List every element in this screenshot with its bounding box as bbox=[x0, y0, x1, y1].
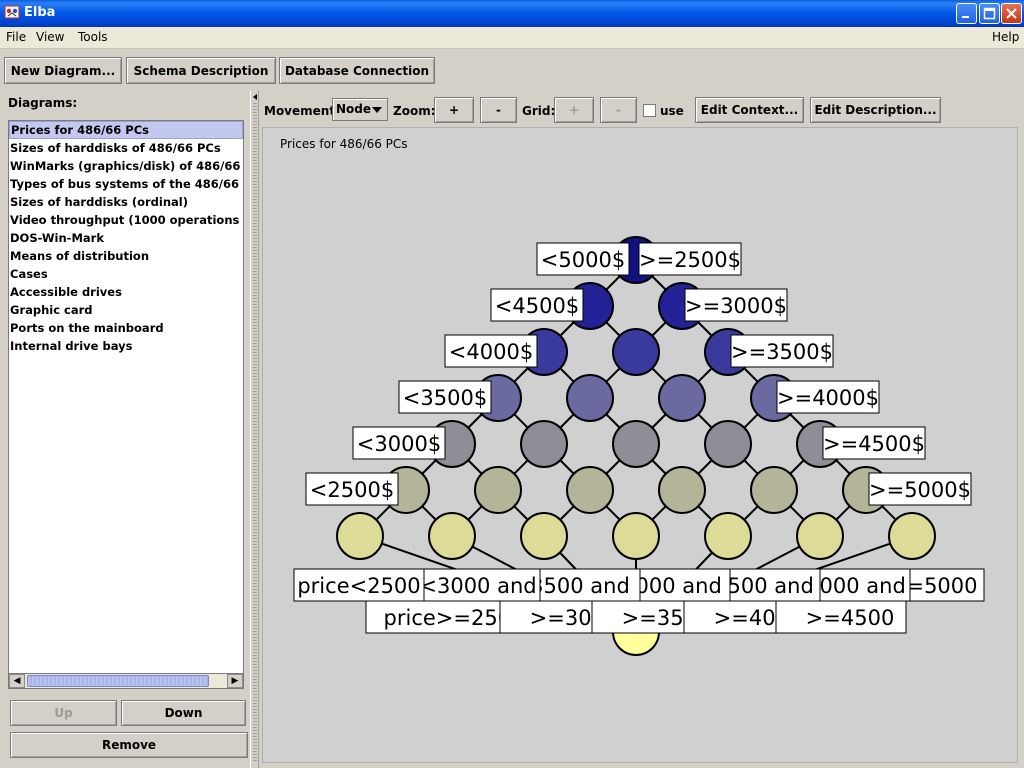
object-label[interactable]: >=4500 bbox=[775, 600, 907, 634]
object-label-text: price<2500 bbox=[297, 574, 420, 598]
attribute-labels-right[interactable]: >=2500$ >=3000$ >=3500$ >=4000$ >=4500$ … bbox=[638, 242, 972, 506]
attribute-label-text: >=4500$ bbox=[823, 432, 925, 456]
lattice-node bbox=[336, 512, 384, 560]
lattice-node bbox=[520, 512, 568, 560]
attribute-label-text: <4500$ bbox=[495, 294, 579, 318]
lattice-node bbox=[704, 512, 752, 560]
object-label-text: 5000 and bbox=[806, 574, 906, 598]
attribute-label[interactable]: <3500$ bbox=[398, 380, 492, 414]
attribute-label[interactable]: <5000$ bbox=[536, 242, 630, 276]
lattice-node bbox=[566, 466, 614, 514]
object-labels[interactable]: price>=2500 >=3000 >=3500 >=4000 >=4500 … bbox=[293, 568, 985, 634]
attribute-label[interactable]: <3000$ bbox=[352, 426, 446, 460]
attribute-label-text: <3000$ bbox=[357, 432, 441, 456]
attribute-label[interactable]: >=5000$ bbox=[868, 472, 972, 506]
attribute-label[interactable]: >=2500$ bbox=[638, 242, 742, 276]
object-label[interactable]: <3000 and bbox=[419, 568, 541, 602]
lattice-node bbox=[658, 466, 706, 514]
attribute-label-text: <2500$ bbox=[310, 478, 394, 502]
attribute-label-text: <5000$ bbox=[541, 248, 625, 272]
lattice-node bbox=[796, 512, 844, 560]
attribute-label-text: >=3500$ bbox=[731, 340, 833, 364]
attribute-label[interactable]: <4000$ bbox=[444, 334, 538, 368]
attribute-label-text: >=2500$ bbox=[639, 248, 741, 272]
lattice-node bbox=[612, 420, 660, 468]
object-label[interactable]: price<2500 bbox=[293, 568, 425, 602]
lattice-node bbox=[520, 420, 568, 468]
lattice-node bbox=[750, 466, 798, 514]
lattice-node bbox=[474, 466, 522, 514]
attribute-label[interactable]: >=3000$ bbox=[684, 288, 788, 322]
attribute-label[interactable]: >=4500$ bbox=[822, 426, 926, 460]
attribute-label-text: >=3000$ bbox=[685, 294, 787, 318]
object-label-text: =5000 bbox=[906, 574, 977, 598]
attribute-label[interactable]: >=3500$ bbox=[730, 334, 834, 368]
object-label-text: >=4500 bbox=[806, 606, 895, 630]
lattice-node bbox=[658, 374, 706, 422]
lattice-diagram[interactable]: <5000$ <4500$ <4000$ <3500$ <3000$ <2500… bbox=[0, 0, 1024, 768]
lattice-node bbox=[612, 512, 660, 560]
lattice-node bbox=[566, 374, 614, 422]
lattice-node bbox=[888, 512, 936, 560]
attribute-label-text: <4000$ bbox=[449, 340, 533, 364]
attribute-label[interactable]: >=4000$ bbox=[776, 380, 880, 414]
object-label-text: 3500 and bbox=[530, 574, 630, 598]
attribute-label-text: <3500$ bbox=[403, 386, 487, 410]
object-label-text: <3000 and bbox=[419, 574, 536, 598]
attribute-label[interactable]: <2500$ bbox=[305, 472, 399, 506]
attribute-label[interactable]: <4500$ bbox=[490, 288, 584, 322]
lattice-node bbox=[428, 512, 476, 560]
attribute-label-text: >=5000$ bbox=[869, 478, 971, 502]
attribute-label-text: >=4000$ bbox=[777, 386, 879, 410]
attribute-labels[interactable]: <5000$ <4500$ <4000$ <3500$ <3000$ <2500… bbox=[305, 242, 630, 506]
lattice-node bbox=[612, 328, 660, 376]
lattice-node bbox=[704, 420, 752, 468]
